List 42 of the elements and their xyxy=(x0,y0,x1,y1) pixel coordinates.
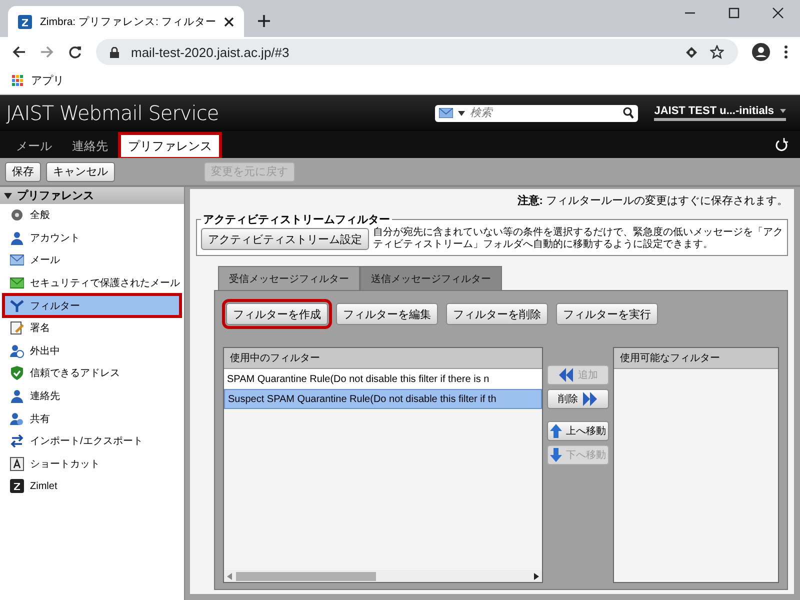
sidebar-header[interactable]: プリファレンス xyxy=(0,187,184,204)
sidebar-item[interactable]: 外出中 xyxy=(0,340,184,362)
sidebar-item[interactable]: フィルター xyxy=(3,294,181,317)
section-title: アクティビティストリームフィルター xyxy=(202,213,391,227)
sidebar-item[interactable]: ショートカット xyxy=(0,452,184,476)
filter-tab[interactable]: 受信メッセージフィルター xyxy=(218,266,360,290)
remove-button[interactable]: 削除 xyxy=(547,389,609,409)
sidebar-item[interactable]: インポート/エクスポート xyxy=(0,430,184,453)
toolbar-button[interactable]: 保存 xyxy=(5,162,41,182)
nav-tab[interactable]: メール xyxy=(8,134,60,158)
filter-tab[interactable]: 送信メッセージフィルター xyxy=(360,266,502,290)
sidebar-item[interactable]: 全般 xyxy=(0,204,184,227)
filter-button[interactable]: フィルターを削除 xyxy=(446,303,548,325)
search-field[interactable]: 検索 xyxy=(435,104,638,122)
sidebar-item[interactable]: 連絡先 xyxy=(0,384,184,408)
tab-title: Zimbra: プリファレンス: フィルター xyxy=(40,14,216,28)
bookmark[interactable]: アプリ xyxy=(12,73,64,88)
sidebar-item[interactable]: Zimlet xyxy=(0,475,184,498)
filter-row[interactable]: SPAM Quarantine Rule(Do not disable this filter if there is n xyxy=(224,369,542,389)
sidebar-item[interactable]: 署名 xyxy=(0,316,184,340)
toolbar-button[interactable]: キャンセル xyxy=(46,162,115,182)
url-text: mail-test-2020.jaist.ac.jp/#3 xyxy=(131,44,290,60)
list-header: 使用可能なフィルター xyxy=(614,348,778,369)
move-up-button[interactable]: 上へ移動 xyxy=(547,421,609,441)
sidebar-item[interactable]: 信頼できるアドレス xyxy=(0,362,184,385)
address-bar[interactable]: mail-test-2020.jaist.ac.jp/#3 xyxy=(96,39,738,65)
service-logo: JAIST Webmail Service xyxy=(6,101,219,125)
user-menu[interactable]: JAIST TEST u...-initials xyxy=(654,105,786,121)
nav-tab[interactable]: プリファレンス xyxy=(120,134,220,158)
list-header: 使用中のフィルター xyxy=(224,348,542,369)
settings-button[interactable]: アクティビティストリーム設定 xyxy=(201,228,369,250)
description-text: 自分が宛先に含まれていない等の条件を選択するだけで、緊急度の低いメッセージを「アクティビティストリーム」フォルダへ自動的に移動するように設定できます。 xyxy=(373,227,783,251)
nav-tab[interactable]: 連絡先 xyxy=(64,134,116,158)
filter-row[interactable]: Suspect SPAM Quarantine Rule(Do not disable this filter if th xyxy=(224,389,542,409)
sidebar-item[interactable]: メール xyxy=(0,249,184,272)
filter-button[interactable]: フィルターを編集 xyxy=(336,303,438,325)
sidebar-item[interactable]: 共有 xyxy=(0,407,184,430)
sidebar-item[interactable]: アカウント xyxy=(0,226,184,250)
filter-button[interactable]: フィルターを実行 xyxy=(556,303,658,325)
browser-tab[interactable]: Zimbra: プリファレンス: フィルター xyxy=(8,6,244,37)
notice-text: 注意: フィルタールールの変更はすぐに保存されます。 xyxy=(516,194,788,208)
sidebar-item[interactable]: セキュリティで保護されたメール xyxy=(0,272,184,294)
